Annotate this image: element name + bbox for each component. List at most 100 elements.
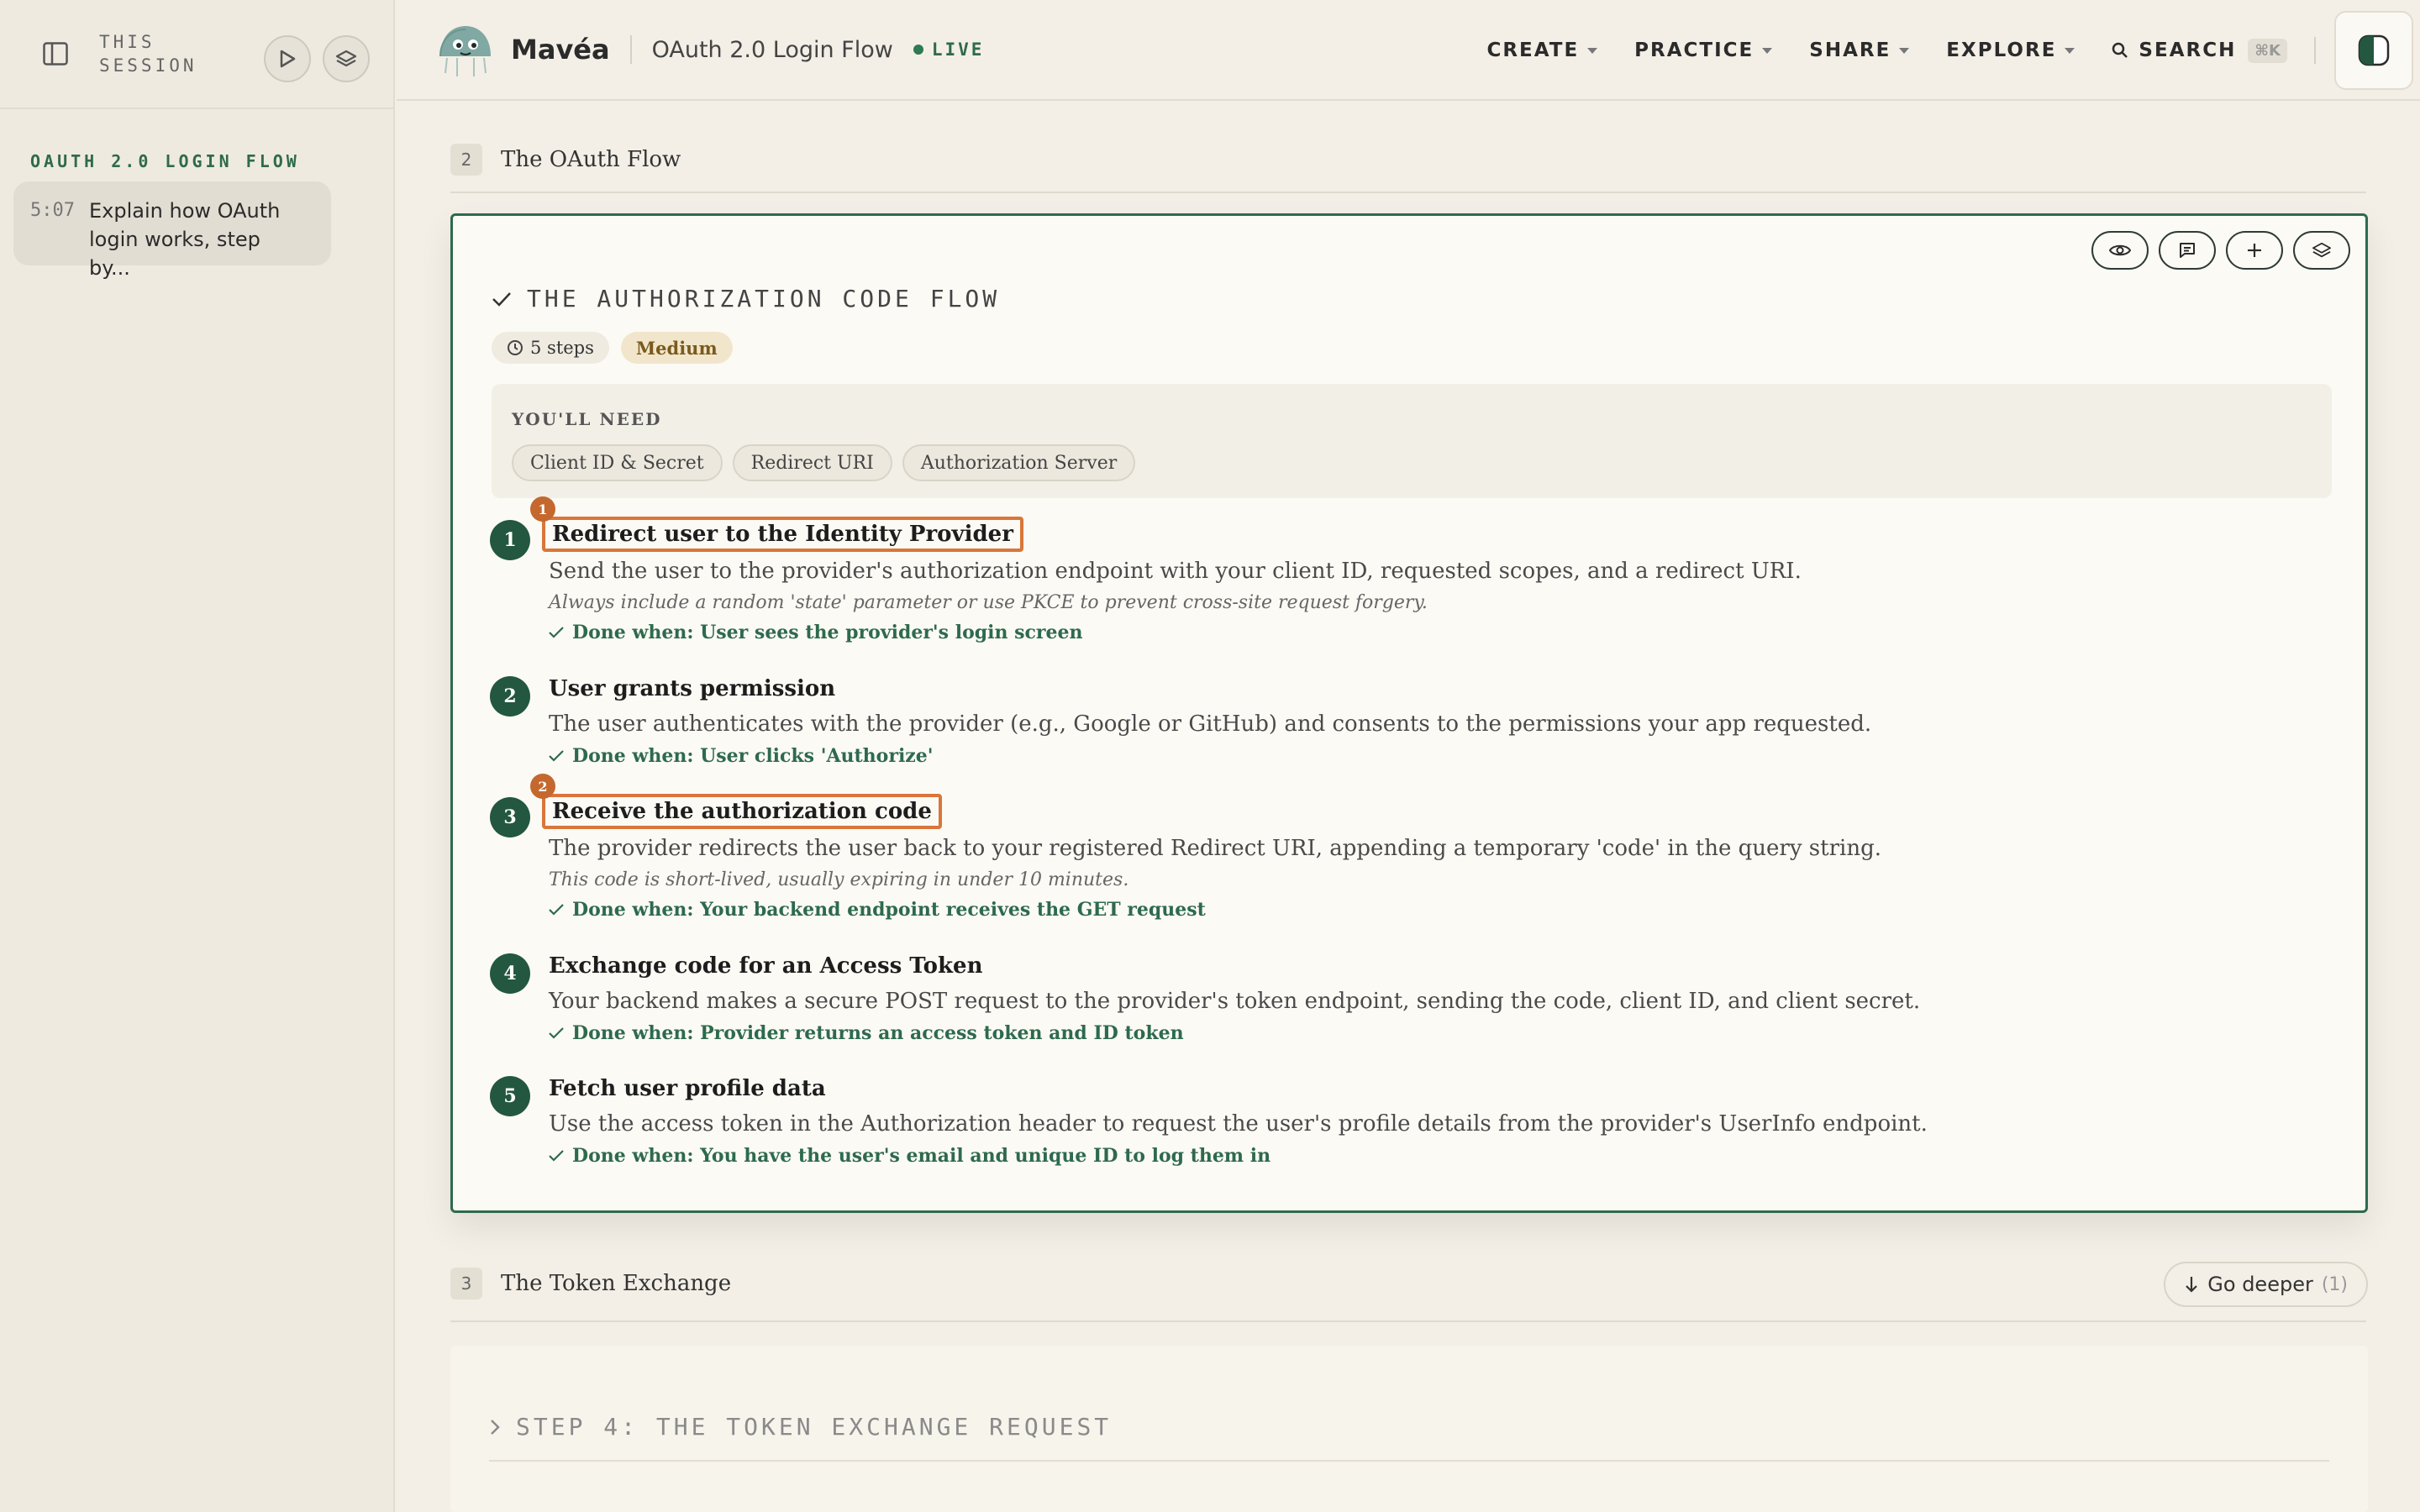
search-icon [2112, 42, 2128, 58]
step-note: This code is short-lived, usually expiri… [549, 869, 1129, 890]
requirement-chip[interactable]: Redirect URI [732, 444, 892, 481]
requirements-chips: Client ID & Secret Redirect URI Authoriz… [512, 444, 2312, 481]
step-4: 4 Exchange code for an Access Token Your… [490, 950, 2338, 1044]
live-badge: LIVE [931, 39, 985, 60]
step-3: 3 2 Receive the authorization code The p… [490, 774, 2338, 921]
session-item-time: 5:07 [30, 200, 75, 221]
steps-badge: 5 steps [492, 332, 609, 364]
nav-practice-label: PRACTICE [1634, 39, 1754, 61]
clock-icon [508, 340, 523, 355]
main-nav: CREATE PRACTICE SHARE EXPLORE SEARCH ⌘K [1486, 0, 2420, 101]
step-title-highlighted[interactable]: 2 Receive the authorization code [530, 774, 942, 829]
step-note: Always include a random 'state' paramete… [549, 592, 1428, 613]
collapsed-step-title: STEP 4: THE TOKEN EXCHANGE REQUEST [516, 1413, 1113, 1441]
comment-button[interactable] [2159, 231, 2216, 270]
add-button[interactable] [2226, 231, 2283, 270]
step-5: 5 Fetch user profile data Use the access… [490, 1073, 2338, 1167]
check-icon [549, 1150, 564, 1162]
requirement-chip[interactable]: Client ID & Secret [512, 444, 723, 481]
plus-icon [2248, 244, 2261, 257]
sidebar-header: THIS SESSION [0, 0, 393, 109]
theme-toggle-icon [2358, 34, 2390, 66]
go-deeper-button[interactable]: Go deeper (1) [2164, 1262, 2368, 1307]
card-toolbar [2091, 231, 2350, 270]
token-exchange-card: STEP 4: THE TOKEN EXCHANGE REQUEST [450, 1346, 2368, 1512]
section-number: 2 [450, 144, 482, 176]
layers-icon [335, 50, 357, 67]
jellyfish-logo-icon [439, 26, 491, 76]
sidebar: THIS SESSION OAUTH 2.0 LOGIN FLOW 5:07 E… [0, 0, 395, 1512]
chevron-down-icon [1899, 47, 1910, 54]
card-badges: 5 steps Medium [492, 332, 733, 364]
nav-explore[interactable]: EXPLORE [1946, 39, 2075, 61]
step-title-text: User grants permission [549, 676, 836, 701]
authorization-flow-card: THE AUTHORIZATION CODE FLOW 5 steps Medi… [450, 213, 2368, 1213]
theme-toggle-button[interactable] [2334, 11, 2413, 90]
step-2: 2 User grants permission The user authen… [490, 673, 2338, 767]
step-done-text: Done when: Provider returns an access to… [572, 1022, 1184, 1044]
play-button[interactable] [264, 35, 311, 82]
nav-practice[interactable]: PRACTICE [1634, 39, 1773, 61]
step-number: 4 [490, 953, 530, 994]
search-label: SEARCH [2139, 39, 2237, 61]
section-header-3: 3 The Token Exchange [450, 1268, 2366, 1299]
section-divider [450, 192, 2366, 193]
session-label: THIS SESSION [99, 32, 197, 76]
difficulty-badge: Medium [620, 332, 733, 364]
step-title[interactable]: Exchange code for an Access Token [542, 950, 989, 982]
step-title-highlighted[interactable]: 1 Redirect user to the Identity Provider [530, 496, 1023, 552]
layers-button[interactable] [2293, 231, 2350, 270]
header-divider [629, 35, 632, 64]
nav-share[interactable]: SHARE [1809, 39, 1910, 61]
collapsed-step-header[interactable]: STEP 4: THE TOKEN EXCHANGE REQUEST [489, 1413, 1112, 1441]
chevron-down-icon [2065, 47, 2075, 54]
live-indicator-dot [913, 45, 923, 55]
step-number: 1 [490, 520, 530, 560]
highlight-badge: 2 [530, 774, 555, 799]
step-title[interactable]: Fetch user profile data [542, 1073, 833, 1105]
step-done-text: Done when: User sees the provider's logi… [572, 622, 1083, 643]
go-deeper-count: (1) [2321, 1273, 2348, 1295]
section-title: The Token Exchange [501, 1271, 732, 1296]
page-title: OAuth 2.0 Login Flow [651, 36, 893, 63]
step-done-criteria: Done when: You have the user's email and… [549, 1145, 2338, 1167]
check-icon [549, 750, 564, 762]
step-description: Send the user to the provider's authoriz… [549, 559, 1802, 584]
step-description: Use the access token in the Authorizatio… [549, 1111, 1928, 1137]
step-title[interactable]: User grants permission [542, 673, 842, 705]
step-description: The provider redirects the user back to … [549, 836, 1881, 861]
session-item-text: Explain how OAuth login works, step by..… [89, 199, 281, 280]
step-done-criteria: Done when: Provider returns an access to… [549, 1022, 2338, 1044]
section-divider [450, 1320, 2366, 1322]
search-button[interactable]: SEARCH ⌘K [2112, 38, 2287, 63]
chevron-down-icon [1587, 47, 1598, 54]
nav-create-label: CREATE [1486, 39, 1580, 61]
check-icon [549, 904, 564, 916]
check-icon [492, 291, 511, 307]
nav-divider [2314, 37, 2316, 64]
nav-share-label: SHARE [1809, 39, 1891, 61]
layers-button[interactable] [323, 35, 370, 82]
sidebar-toggle-icon[interactable] [40, 39, 71, 69]
step-done-text: Done when: You have the user's email and… [572, 1145, 1271, 1167]
sidebar-section-heading: OAUTH 2.0 LOGIN FLOW [30, 151, 300, 171]
step-title-text: Receive the authorization code [552, 799, 932, 824]
card-title: THE AUTHORIZATION CODE FLOW [492, 285, 1000, 312]
nav-create[interactable]: CREATE [1486, 39, 1598, 61]
step-done-criteria: Done when: Your backend endpoint receive… [549, 899, 2338, 921]
top-header: Mavéa OAuth 2.0 Login Flow LIVE CREATE P… [397, 0, 2420, 101]
view-button[interactable] [2091, 231, 2149, 270]
section-title: The OAuth Flow [501, 147, 681, 172]
brand-name[interactable]: Mavéa [511, 34, 610, 66]
step-done-text: Done when: Your backend endpoint receive… [572, 899, 1206, 921]
session-list-item[interactable]: 5:07 Explain how OAuth login works, step… [13, 181, 331, 280]
play-icon [280, 50, 296, 68]
step-title-text: Exchange code for an Access Token [549, 953, 983, 979]
requirement-chip[interactable]: Authorization Server [902, 444, 1136, 481]
requirements-box: YOU'LL NEED Client ID & Secret Redirect … [492, 384, 2332, 498]
step-done-criteria: Done when: User clicks 'Authorize' [549, 745, 2338, 767]
card-divider [489, 1460, 2329, 1462]
card-title-text: THE AUTHORIZATION CODE FLOW [527, 285, 1001, 312]
steps-badge-label: 5 steps [530, 338, 594, 358]
step-number: 5 [490, 1076, 530, 1116]
